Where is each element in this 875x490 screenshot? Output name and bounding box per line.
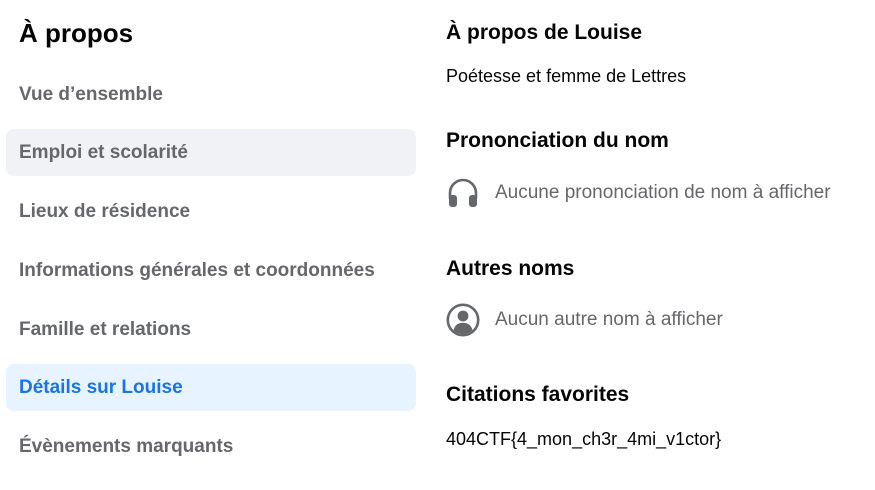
headphones-icon: [446, 176, 480, 210]
details-content: À propos de Louise Poétesse et femme de …: [446, 0, 875, 490]
about-heading: À propos de Louise: [446, 21, 643, 44]
pronunciation-heading: Prononciation du nom: [446, 129, 669, 152]
person-circle-icon: [446, 303, 480, 337]
sidebar-item-work-education[interactable]: Emploi et scolarité: [6, 129, 416, 176]
other-names-heading: Autres noms: [446, 257, 575, 280]
sidebar-item-family-relationships[interactable]: Famille et relations: [6, 306, 416, 353]
sidebar-item-details[interactable]: Détails sur Louise: [6, 364, 416, 411]
other-names-empty-text: Aucun autre nom à afficher: [495, 309, 723, 330]
sidebar-item-life-events[interactable]: Évènements marquants: [6, 423, 416, 470]
pronunciation-empty-row: Aucune prononciation de nom à afficher: [446, 175, 831, 211]
quotes-heading: Citations favorites: [446, 383, 630, 406]
sidebar-item-overview[interactable]: Vue d’ensemble: [6, 71, 416, 118]
sidebar-title: À propos: [19, 18, 134, 48]
about-sidebar: À propos Vue d’ensemble Emploi et scolar…: [0, 0, 424, 490]
about-text: Poétesse et femme de Lettres: [446, 66, 687, 86]
other-names-empty-row: Aucun autre nom à afficher: [446, 302, 723, 338]
quotes-text: 404CTF{4_mon_ch3r_4mi_v1ctor}: [446, 429, 722, 449]
sidebar-item-contact-info[interactable]: Informations générales et coordonnées: [6, 247, 416, 294]
pronunciation-empty-text: Aucune prononciation de nom à afficher: [495, 182, 831, 203]
sidebar-item-places-lived[interactable]: Lieux de résidence: [6, 188, 416, 235]
